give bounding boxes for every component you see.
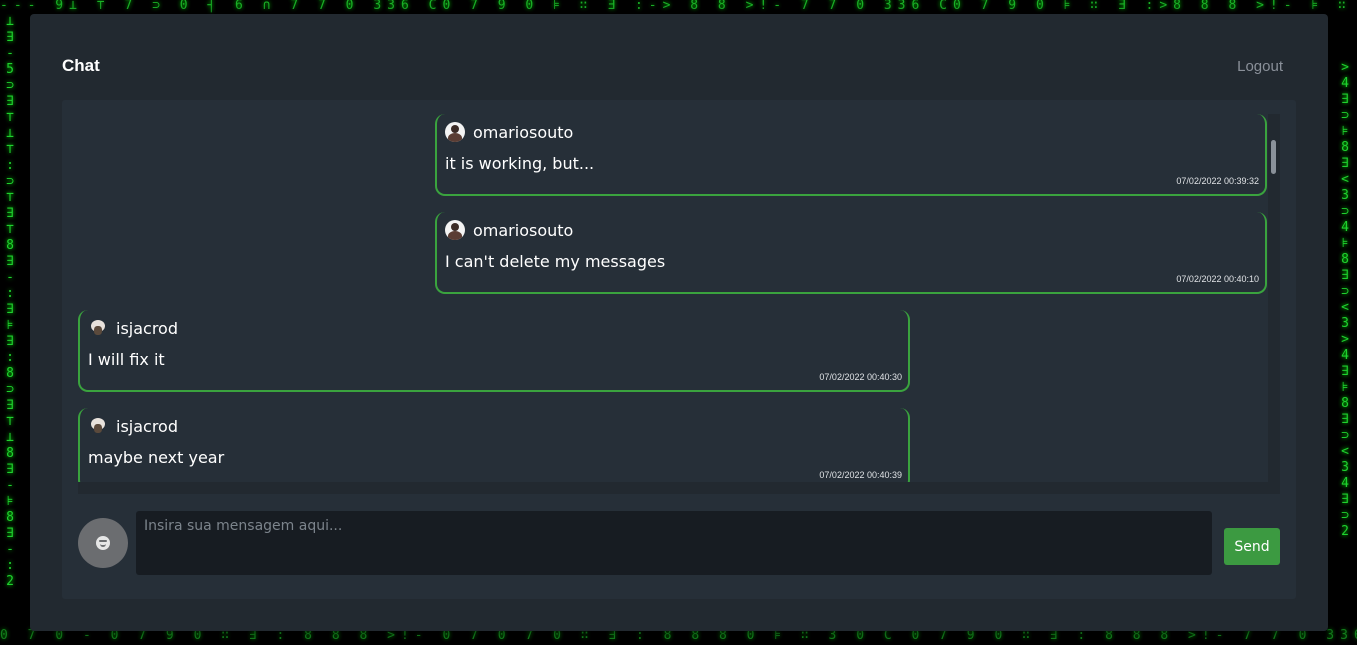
matrix-top-glyphs: --- 9⊥ ⊤ 7 ⊃ 0 ┤ 6 ∩ 7 7 0 ЗЗ6 C0 7 9 0 … — [0, 0, 1357, 13]
page-title: Chat — [62, 56, 100, 75]
scrollbar-thumb[interactable] — [1271, 140, 1276, 174]
message-composer: Send — [78, 511, 1280, 575]
message-text: I can't delete my messages — [445, 252, 666, 271]
message-list-bottom-band — [78, 482, 1280, 494]
message-text: maybe next year — [88, 448, 225, 467]
message-item: omariosouto it is working, but... 07/02/… — [435, 114, 1267, 196]
message-timestamp: 07/02/2022 00:39:32 — [1176, 176, 1259, 186]
logout-button[interactable]: Logout — [1237, 58, 1283, 75]
message-item: isjacrod I will fix it 07/02/2022 00:40:… — [78, 310, 910, 392]
message-text: it is working, but... — [445, 154, 595, 173]
message-timestamp: 07/02/2022 00:40:10 — [1176, 274, 1259, 284]
message-author: isjacrod — [116, 416, 178, 436]
message-author: isjacrod — [116, 318, 178, 338]
message-author-row: isjacrod — [88, 318, 178, 338]
send-button[interactable]: Send — [1224, 528, 1280, 565]
message-author-row: isjacrod — [88, 416, 178, 436]
message-timestamp: 07/02/2022 00:40:39 — [819, 470, 902, 480]
avatar — [88, 416, 108, 436]
matrix-left-glyphs: ⊥ ∃ - 5 ⊃ ∃ ⊤ ⊥ ⊤ : ⊃ ⊤ ∃ ⊤ 8 ∃ - : ∃ ⊧ … — [6, 14, 14, 589]
emoji-picker-button[interactable] — [78, 518, 128, 568]
chat-panel: omariosouto it is working, but... 07/02/… — [62, 100, 1296, 599]
message-timestamp: 07/02/2022 00:40:30 — [819, 372, 902, 382]
message-item: isjacrod maybe next year 07/02/2022 00:4… — [78, 408, 910, 482]
emoji-icon — [96, 536, 110, 550]
message-list[interactable]: omariosouto it is working, but... 07/02/… — [78, 114, 1267, 482]
message-author: omariosouto — [473, 122, 574, 142]
avatar — [445, 220, 465, 240]
matrix-right-glyphs: > 4 ∃ ⊃ ⊧ 8 ∃ < 3 ⊃ 4 ⊧ 8 ∃ ⊃ < 3 > 4 ∃ … — [1341, 60, 1349, 539]
message-text: I will fix it — [88, 350, 165, 369]
message-author-row: omariosouto — [445, 220, 573, 240]
message-author-row: omariosouto — [445, 122, 573, 142]
message-author: omariosouto — [473, 220, 574, 240]
avatar — [445, 122, 465, 142]
chat-header: Chat Logout — [62, 54, 1283, 78]
message-item: omariosouto I can't delete my messages 0… — [435, 212, 1267, 294]
message-list-scrollbar[interactable] — [1268, 114, 1280, 482]
chat-card: Chat Logout omariosouto it is working, b… — [30, 14, 1328, 631]
message-input[interactable] — [136, 511, 1212, 575]
avatar — [88, 318, 108, 338]
